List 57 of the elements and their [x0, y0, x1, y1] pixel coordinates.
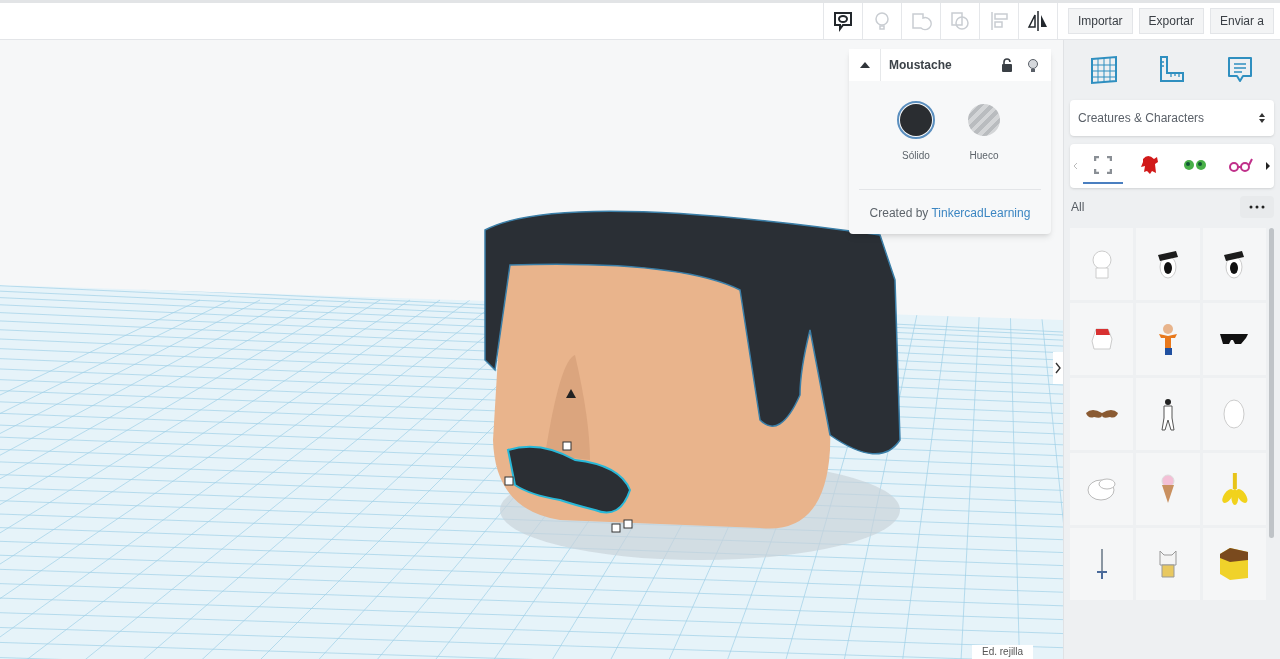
sunglasses-icon	[1219, 333, 1250, 345]
figure-icon	[1091, 249, 1112, 279]
unlocked-padlock-icon[interactable]	[1001, 58, 1013, 72]
shape-tile[interactable]	[1136, 228, 1200, 300]
mirror-icon[interactable]	[1026, 10, 1049, 32]
glove-icon	[1087, 477, 1117, 501]
comment-icon[interactable]	[831, 10, 854, 32]
shape-tile[interactable]	[1202, 378, 1267, 450]
moustache-icon	[1084, 409, 1119, 419]
author-link[interactable]: TinkercadLearning	[931, 206, 1031, 220]
shape-tile[interactable]	[1136, 303, 1200, 375]
eye-with-brow-icon	[1157, 249, 1180, 279]
play-right-icon[interactable]	[1264, 161, 1272, 171]
shape-tile[interactable]	[1070, 453, 1134, 525]
more-options-button[interactable]	[1240, 196, 1274, 218]
ellipsis-icon	[1249, 205, 1265, 209]
shape-tile[interactable]	[1202, 528, 1267, 600]
ice-cream-cone-icon	[1161, 474, 1176, 504]
toolbar-button[interactable]: Exportar	[1138, 8, 1204, 34]
shape-tile[interactable]	[1070, 303, 1134, 375]
shape-tile[interactable]	[1136, 378, 1200, 450]
shape-tile[interactable]	[1136, 453, 1200, 525]
eyes-icon	[1183, 159, 1207, 171]
shape-tile[interactable]	[1202, 228, 1267, 300]
creature-icon	[1139, 155, 1159, 175]
shape-tile[interactable]	[1202, 303, 1267, 375]
grid-icon[interactable]	[1088, 54, 1120, 86]
swatch-label: Hueco	[969, 149, 999, 163]
shape-tile[interactable]	[1202, 453, 1267, 525]
shape-tile[interactable]	[1070, 528, 1134, 600]
block-head-icon	[1219, 547, 1250, 581]
shape-tile[interactable]	[1070, 378, 1134, 450]
frame-corners-icon	[1094, 156, 1112, 174]
filter-label: All	[1071, 199, 1085, 216]
up-down-caret-icon	[1258, 111, 1266, 125]
collapse-sidebar-handle[interactable]	[1053, 352, 1063, 384]
egg-icon	[1223, 399, 1246, 429]
sneaker-icon	[1090, 328, 1113, 350]
category-dropdown[interactable]: Creatures & Characters	[1070, 100, 1274, 136]
creator-credit: Created by TinkercadLearning	[869, 206, 1031, 220]
shape-tile[interactable]	[1136, 528, 1200, 600]
shape-title: Moustache	[889, 57, 952, 74]
glasses-icon	[1229, 158, 1253, 172]
solid-swatch[interactable]	[897, 101, 935, 139]
lightbulb-icon[interactable]	[1027, 57, 1039, 73]
cartoon-person-icon	[1158, 322, 1179, 356]
toolbar-button[interactable]: Enviar a	[1209, 8, 1274, 34]
chevron-left-icon[interactable]	[1072, 161, 1080, 171]
caret-icon	[858, 61, 871, 69]
shape-tile[interactable]	[1070, 228, 1134, 300]
sword-icon	[1095, 548, 1108, 580]
eye-with-brow-icon	[1223, 249, 1246, 279]
swatch-label: Sólido	[902, 149, 930, 163]
scrollbar-thumb[interactable]	[1269, 228, 1274, 538]
toolbar-button[interactable]: Importar	[1067, 8, 1133, 34]
chevron-right-icon	[1055, 362, 1061, 374]
edit-grid-button[interactable]: Ed. rejilla	[972, 645, 1034, 659]
